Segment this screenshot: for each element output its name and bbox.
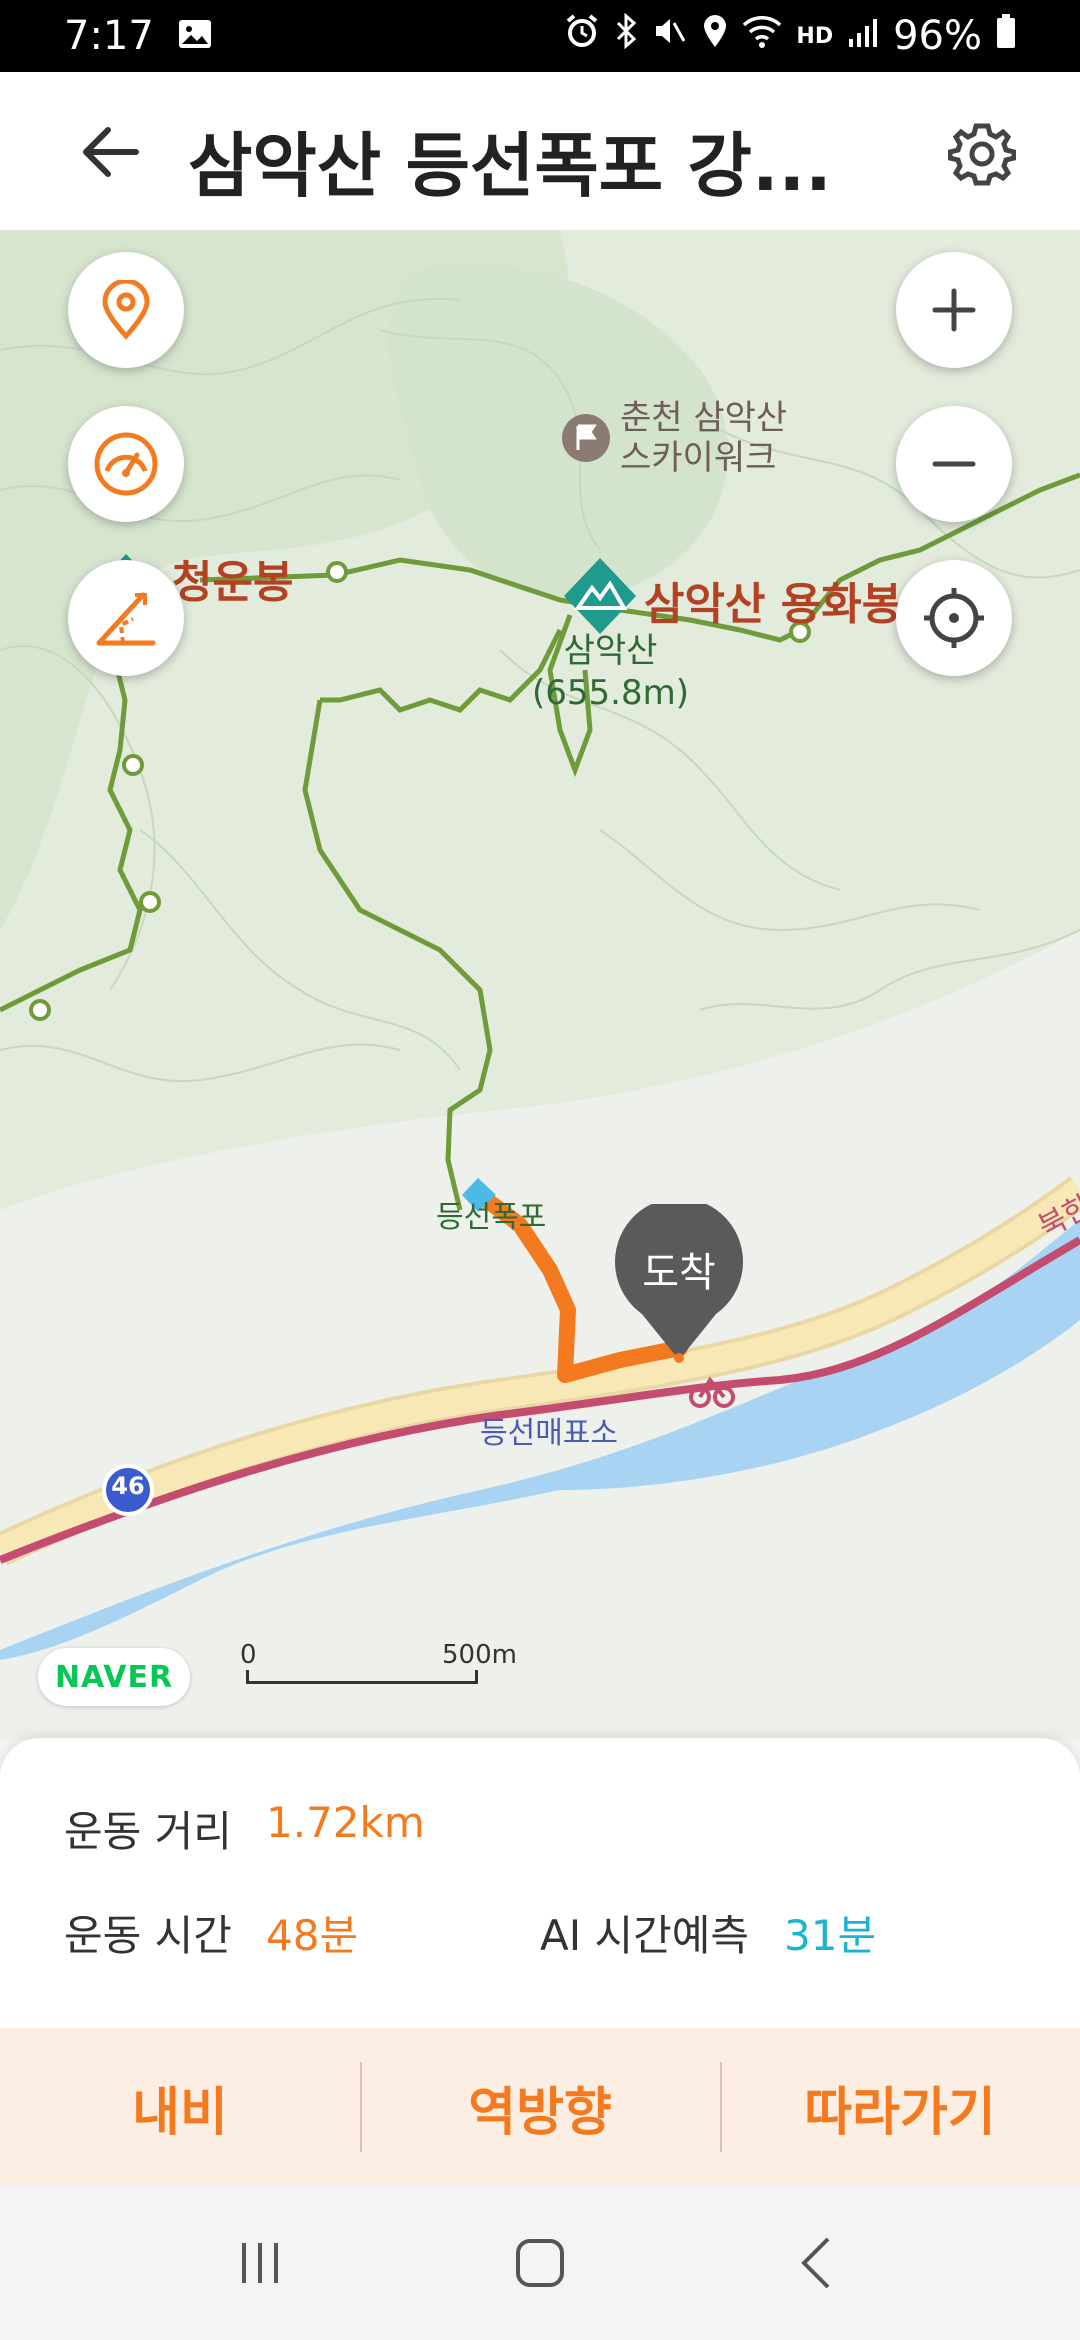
status-icons: HD 96% xyxy=(564,12,1016,59)
map-label-cheongunbong: 청운봉 xyxy=(172,557,294,608)
app-header: 삼악산 등선폭포 강... xyxy=(0,72,1080,230)
slope-icon xyxy=(96,592,156,646)
distance-label: 운동 거리 xyxy=(64,1807,232,1856)
map-label-yonghwabong: 삼악산 용화봉 xyxy=(644,579,903,630)
scale-zero-label: 0 xyxy=(240,1640,257,1670)
scale-distance-label: 500m xyxy=(442,1640,517,1670)
chevron-left-icon xyxy=(801,2237,830,2289)
home-button[interactable] xyxy=(490,2223,590,2303)
location-icon xyxy=(702,13,728,59)
battery-percent: 96% xyxy=(893,13,982,59)
reverse-button[interactable]: 역방향 xyxy=(360,2028,720,2186)
map-label-skywalk: 춘천 삼악산 스카이워크 xyxy=(560,398,787,478)
map-view[interactable]: 춘천 삼악산 스카이워크 청운봉 삼악산 용화봉 삼악산 (655.8m) 등선… xyxy=(0,230,1080,1740)
ai-time-label: AI 시간예측 xyxy=(540,1911,750,1960)
plus-icon xyxy=(932,288,976,332)
recent-apps-button[interactable] xyxy=(210,2223,310,2303)
map-label-ticket-office: 등선매표소 xyxy=(480,1416,618,1451)
mute-icon xyxy=(652,13,688,59)
action-bar: 내비 역방향 따라가기 xyxy=(0,2028,1080,2186)
signal-icon xyxy=(847,13,879,59)
wifi-icon xyxy=(742,13,782,59)
speedometer-icon xyxy=(94,432,158,496)
minus-icon xyxy=(932,461,976,467)
map-label-samaksan: 삼악산 (655.8m) xyxy=(532,631,689,713)
current-location-button[interactable] xyxy=(896,560,1012,676)
crosshair-icon xyxy=(924,588,984,648)
flag-icon xyxy=(562,414,610,462)
system-back-button[interactable] xyxy=(770,2223,870,2303)
system-nav-bar xyxy=(0,2186,1080,2340)
settings-button[interactable] xyxy=(944,116,1020,192)
mountain-peak-marker xyxy=(560,556,640,640)
arrow-left-icon xyxy=(83,127,139,177)
hd-voice-icon: HD xyxy=(796,23,834,49)
distance-value: 1.72km xyxy=(266,1798,425,1847)
home-icon xyxy=(516,2239,564,2287)
alarm-icon xyxy=(564,13,600,59)
map-scale: 0 500m xyxy=(240,1640,540,1720)
time-value: 48분 xyxy=(266,1911,359,1960)
map-label-deungseon-falls: 등선폭포 xyxy=(436,1200,547,1235)
naver-logo: NAVER xyxy=(38,1648,190,1706)
map-pin-icon xyxy=(102,280,150,340)
route-stats-panel: 운동 거리 1.72km 운동 시간 48분 AI 시간예측 31분 xyxy=(0,1738,1080,2028)
gallery-icon xyxy=(178,13,212,59)
arrival-marker[interactable]: 도착 xyxy=(614,1204,744,1364)
status-bar: 7:17 HD 96% xyxy=(0,0,1080,72)
status-time: 7:17 xyxy=(64,13,154,59)
ai-time-value: 31분 xyxy=(784,1911,877,1960)
mountain-icon xyxy=(564,558,636,634)
navi-button[interactable]: 내비 xyxy=(0,2028,360,2186)
recent-apps-icon xyxy=(242,2243,278,2283)
battery-icon xyxy=(996,13,1016,59)
zoom-out-button[interactable] xyxy=(896,406,1012,522)
my-location-pin-button[interactable] xyxy=(68,252,184,368)
speedometer-button[interactable] xyxy=(68,406,184,522)
elevation-button[interactable] xyxy=(68,560,184,676)
back-button[interactable] xyxy=(70,112,150,192)
road-number-badge: 46 xyxy=(111,1472,145,1500)
follow-button[interactable]: 따라가기 xyxy=(720,2028,1080,2186)
gear-icon xyxy=(948,123,1016,186)
scale-line xyxy=(246,1670,478,1684)
bluetooth-icon xyxy=(614,12,638,59)
page-title: 삼악산 등선폭포 강... xyxy=(188,125,832,207)
time-label: 운동 시간 xyxy=(64,1911,232,1960)
zoom-in-button[interactable] xyxy=(896,252,1012,368)
